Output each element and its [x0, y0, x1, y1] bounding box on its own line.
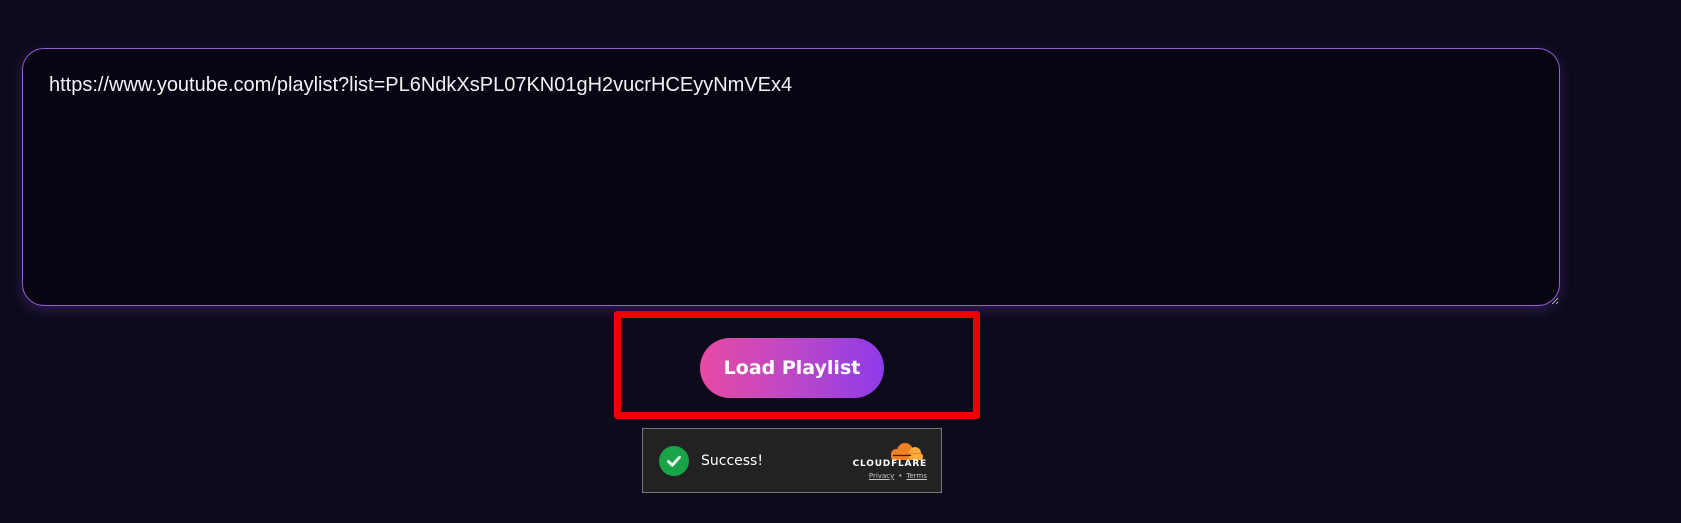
cloudflare-links: Privacy • Terms: [869, 472, 927, 480]
link-separator: •: [898, 471, 903, 480]
captcha-status-text: Success!: [701, 452, 763, 469]
success-check-icon: [659, 445, 689, 476]
terms-link[interactable]: Terms: [906, 472, 927, 480]
cloudflare-turnstile-widget: Success! CLOUDFLARE Privacy • Terms: [642, 428, 942, 493]
cloudflare-cloud-icon: [891, 442, 923, 460]
cloudflare-brand: CLOUDFLARE Privacy • Terms: [853, 442, 927, 480]
cloudflare-logo-text: CLOUDFLARE: [852, 458, 927, 469]
load-playlist-button[interactable]: Load Playlist: [700, 338, 884, 398]
playlist-url-input[interactable]: https://www.youtube.com/playlist?list=PL…: [22, 48, 1560, 306]
privacy-link[interactable]: Privacy: [869, 472, 894, 480]
